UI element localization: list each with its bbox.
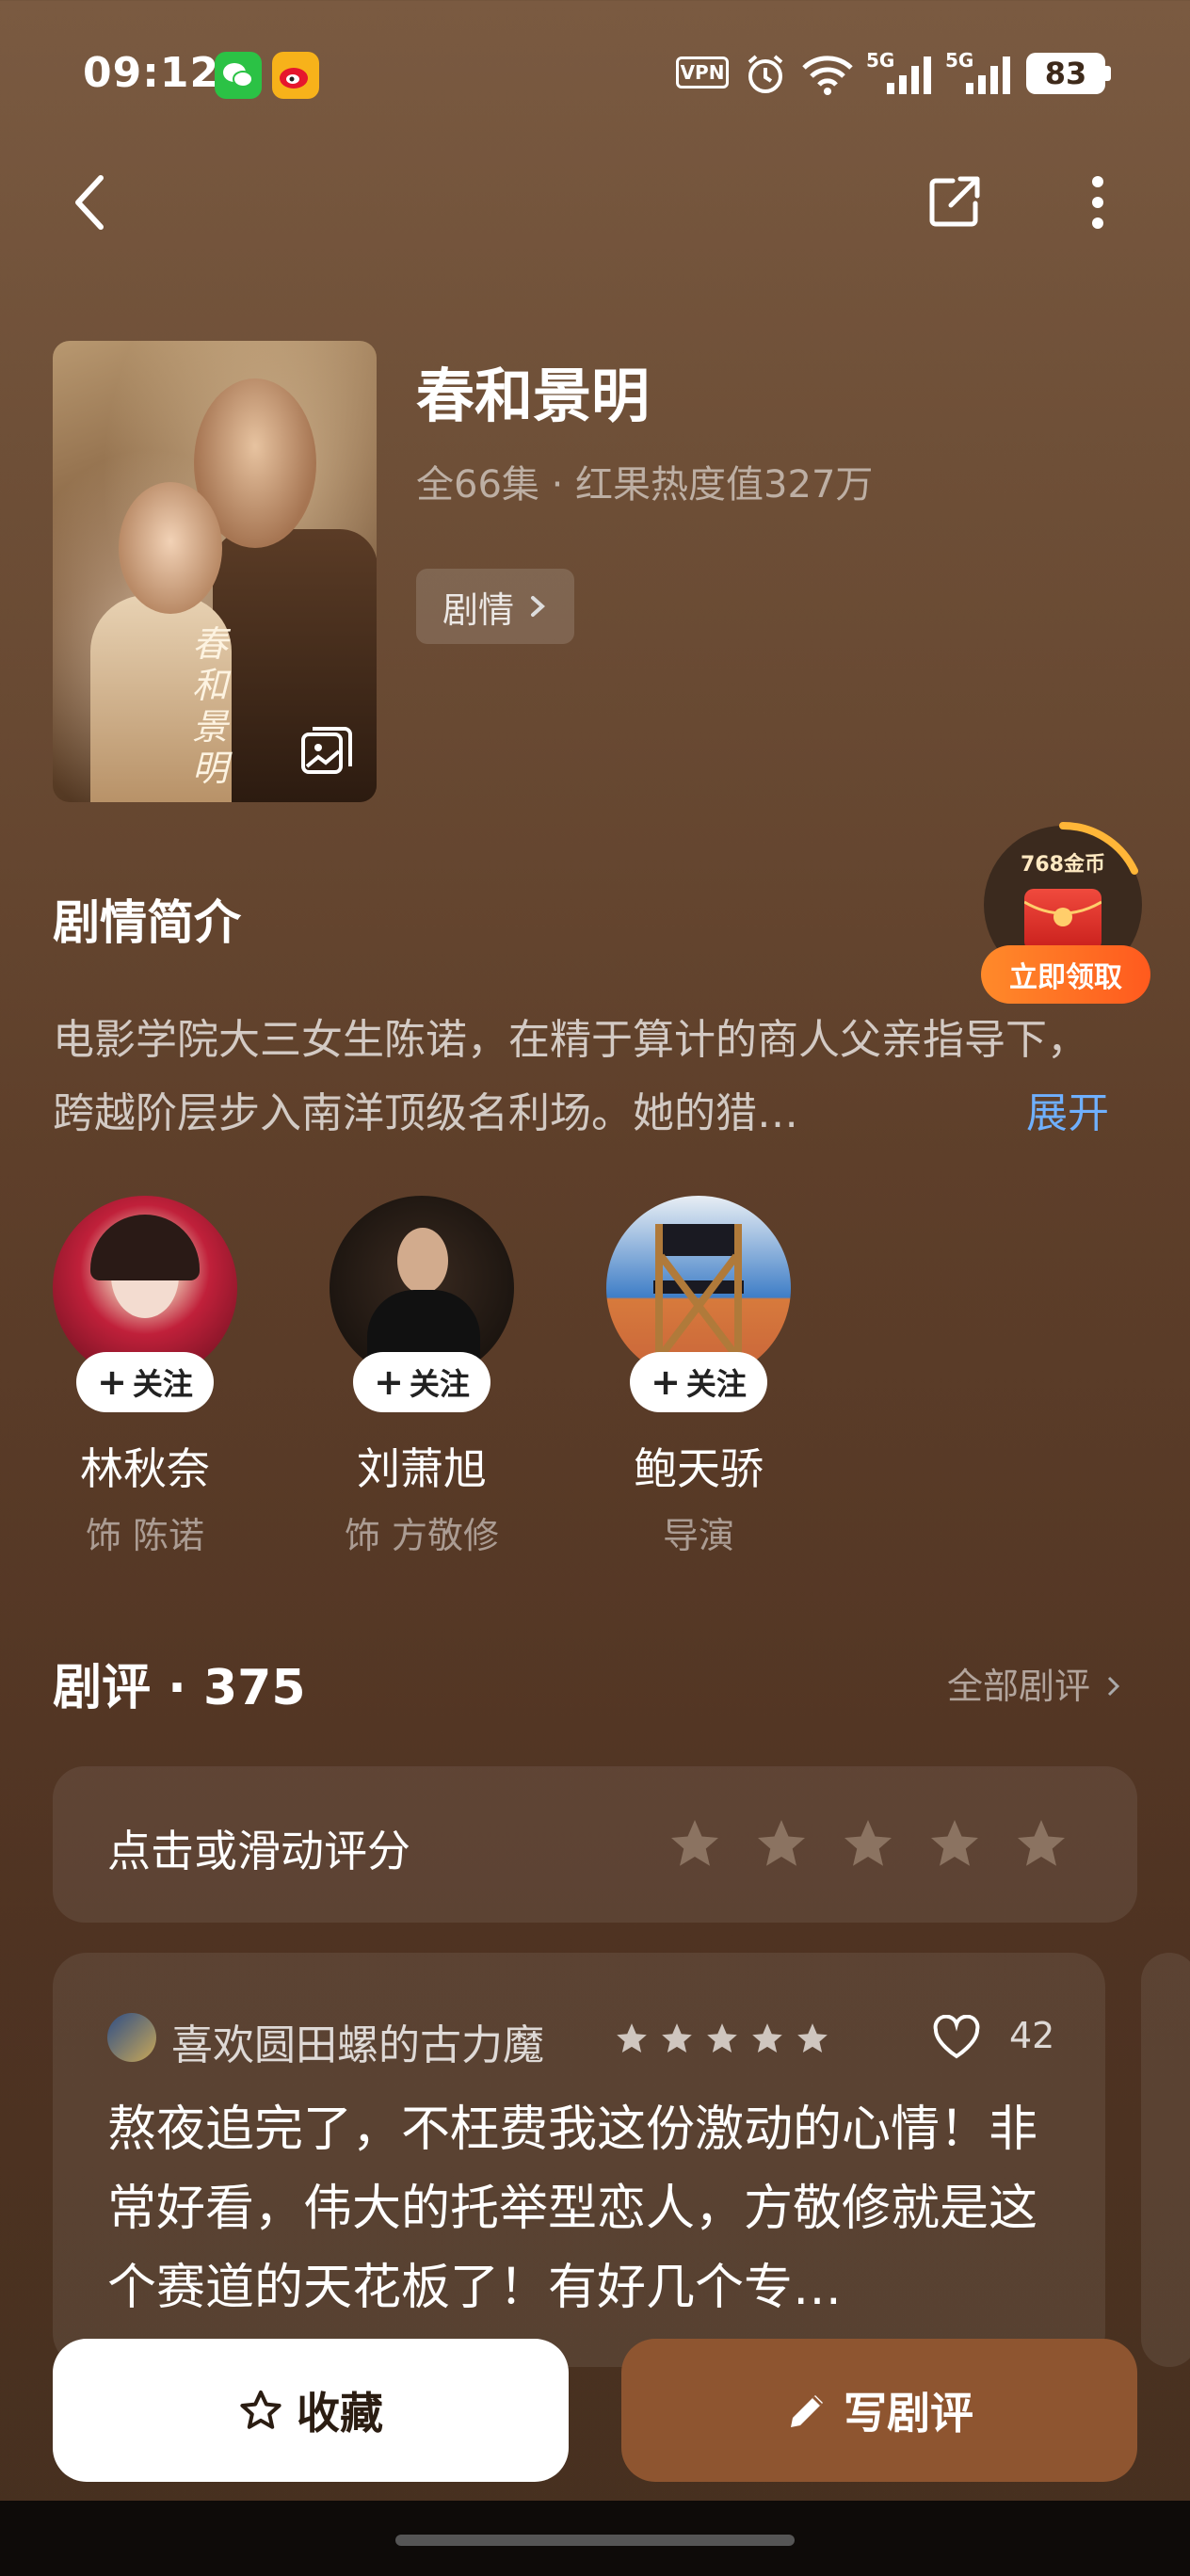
favorite-button[interactable]: 收藏 bbox=[53, 2339, 569, 2482]
star-icon[interactable] bbox=[840, 1815, 896, 1872]
follow-label: 关注 bbox=[685, 1366, 747, 1402]
all-reviews-link[interactable]: 全部剧评 bbox=[947, 1657, 1122, 1709]
plus-icon: + bbox=[97, 1361, 127, 1403]
battery-level: 83 bbox=[1026, 53, 1105, 94]
cast-role-3: 导演 bbox=[662, 1515, 734, 1556]
star-icon bbox=[707, 2023, 737, 2053]
genre-tag[interactable]: 剧情 bbox=[416, 569, 575, 644]
alarm-icon bbox=[744, 53, 787, 100]
chevron-left-icon bbox=[75, 175, 104, 230]
cast-role-2: 饰 方敬修 bbox=[344, 1515, 500, 1556]
write-review-button[interactable]: 写剧评 bbox=[621, 2339, 1137, 2482]
star-icon bbox=[752, 2023, 782, 2053]
star-icon[interactable] bbox=[667, 1815, 723, 1872]
star-icon[interactable] bbox=[1013, 1815, 1069, 1872]
follow-button-2[interactable]: + 关注 bbox=[353, 1352, 490, 1412]
follow-label: 关注 bbox=[132, 1366, 193, 1402]
follow-label: 关注 bbox=[409, 1366, 470, 1402]
follow-button-1[interactable]: + 关注 bbox=[76, 1352, 214, 1412]
rating-stars[interactable] bbox=[667, 1815, 1069, 1872]
signal-icon-1 bbox=[885, 56, 934, 98]
more-vertical-icon bbox=[1092, 176, 1103, 229]
star-icon bbox=[662, 2023, 692, 2053]
claim-reward-button[interactable]: 立即领取 bbox=[981, 945, 1150, 1004]
like-count: 42 bbox=[1009, 2015, 1055, 2056]
weibo-icon bbox=[272, 52, 319, 99]
red-envelope-icon bbox=[1023, 889, 1102, 951]
cast-name-1: 林秋奈 bbox=[80, 1443, 210, 1494]
pencil-icon bbox=[791, 2395, 823, 2427]
show-subtitle: 全66集 · 红果热度值327万 bbox=[416, 463, 874, 507]
heart-icon bbox=[933, 2014, 980, 2059]
star-icon bbox=[797, 2023, 828, 2053]
signal-icon-2 bbox=[964, 56, 1013, 98]
chevron-right-icon bbox=[531, 596, 546, 617]
rating-prompt: 点击或滑动评分 bbox=[107, 1826, 410, 1876]
poster-face-woman bbox=[119, 482, 222, 614]
cast-name-3: 鲍天骄 bbox=[634, 1443, 764, 1494]
reviewer-name[interactable]: 喜欢圆田螺的古力魔 bbox=[171, 2011, 544, 2071]
show-title: 春和景明 bbox=[416, 362, 651, 430]
share-icon bbox=[929, 176, 980, 227]
back-button[interactable] bbox=[56, 169, 122, 235]
synopsis-text: 电影学院大三女生陈诺，在精于算计的商人父亲指导下，跨越阶层步入南洋顶级名利场。她… bbox=[53, 1016, 1088, 1137]
review-text[interactable]: 熬夜追完了，不枉费我这份激动的心情！非常好看，伟大的托举型恋人，方敬修就是这个赛… bbox=[107, 2090, 1068, 2327]
review-rating-stars bbox=[614, 2021, 830, 2056]
director-chair-icon bbox=[653, 1224, 744, 1359]
more-button[interactable] bbox=[1073, 168, 1122, 237]
like-button[interactable] bbox=[932, 2014, 981, 2064]
battery-tip bbox=[1105, 66, 1111, 81]
status-time: 09:12 bbox=[83, 49, 220, 97]
star-outline-icon bbox=[240, 2391, 281, 2429]
poster-calligraphy-title: 春和景明 bbox=[192, 623, 229, 789]
chevron-right-icon bbox=[1108, 1676, 1120, 1697]
cast-role-1: 饰 陈诺 bbox=[85, 1515, 205, 1556]
cast-name-2: 刘萧旭 bbox=[357, 1443, 487, 1494]
vpn-icon: VPN bbox=[676, 56, 729, 89]
show-poster[interactable]: 春和景明 bbox=[53, 341, 377, 802]
star-icon bbox=[617, 2023, 647, 2053]
plus-icon: + bbox=[651, 1361, 681, 1403]
follow-button-3[interactable]: + 关注 bbox=[630, 1352, 767, 1412]
wechat-icon bbox=[215, 52, 262, 99]
favorite-label: 收藏 bbox=[297, 2388, 383, 2439]
expand-synopsis-link[interactable]: 展开 bbox=[1026, 1079, 1109, 1139]
plus-icon: + bbox=[374, 1361, 404, 1403]
share-button[interactable] bbox=[919, 168, 989, 237]
all-reviews-label: 全部剧评 bbox=[947, 1666, 1091, 1707]
home-indicator[interactable] bbox=[395, 2535, 795, 2546]
wifi-icon bbox=[800, 51, 855, 100]
gallery-icon[interactable] bbox=[299, 725, 354, 780]
synopsis-title: 剧情简介 bbox=[53, 895, 241, 950]
star-icon[interactable] bbox=[926, 1815, 983, 1872]
write-review-label: 写剧评 bbox=[844, 2388, 973, 2439]
genre-tag-label: 剧情 bbox=[442, 588, 515, 631]
review-card-next[interactable] bbox=[1141, 1953, 1190, 2367]
reviewer-avatar[interactable] bbox=[107, 2013, 156, 2062]
reviews-header: 剧评 · 375 bbox=[53, 1660, 306, 1716]
star-icon[interactable] bbox=[753, 1815, 810, 1872]
reward-coins: 768金币 bbox=[1021, 853, 1105, 877]
